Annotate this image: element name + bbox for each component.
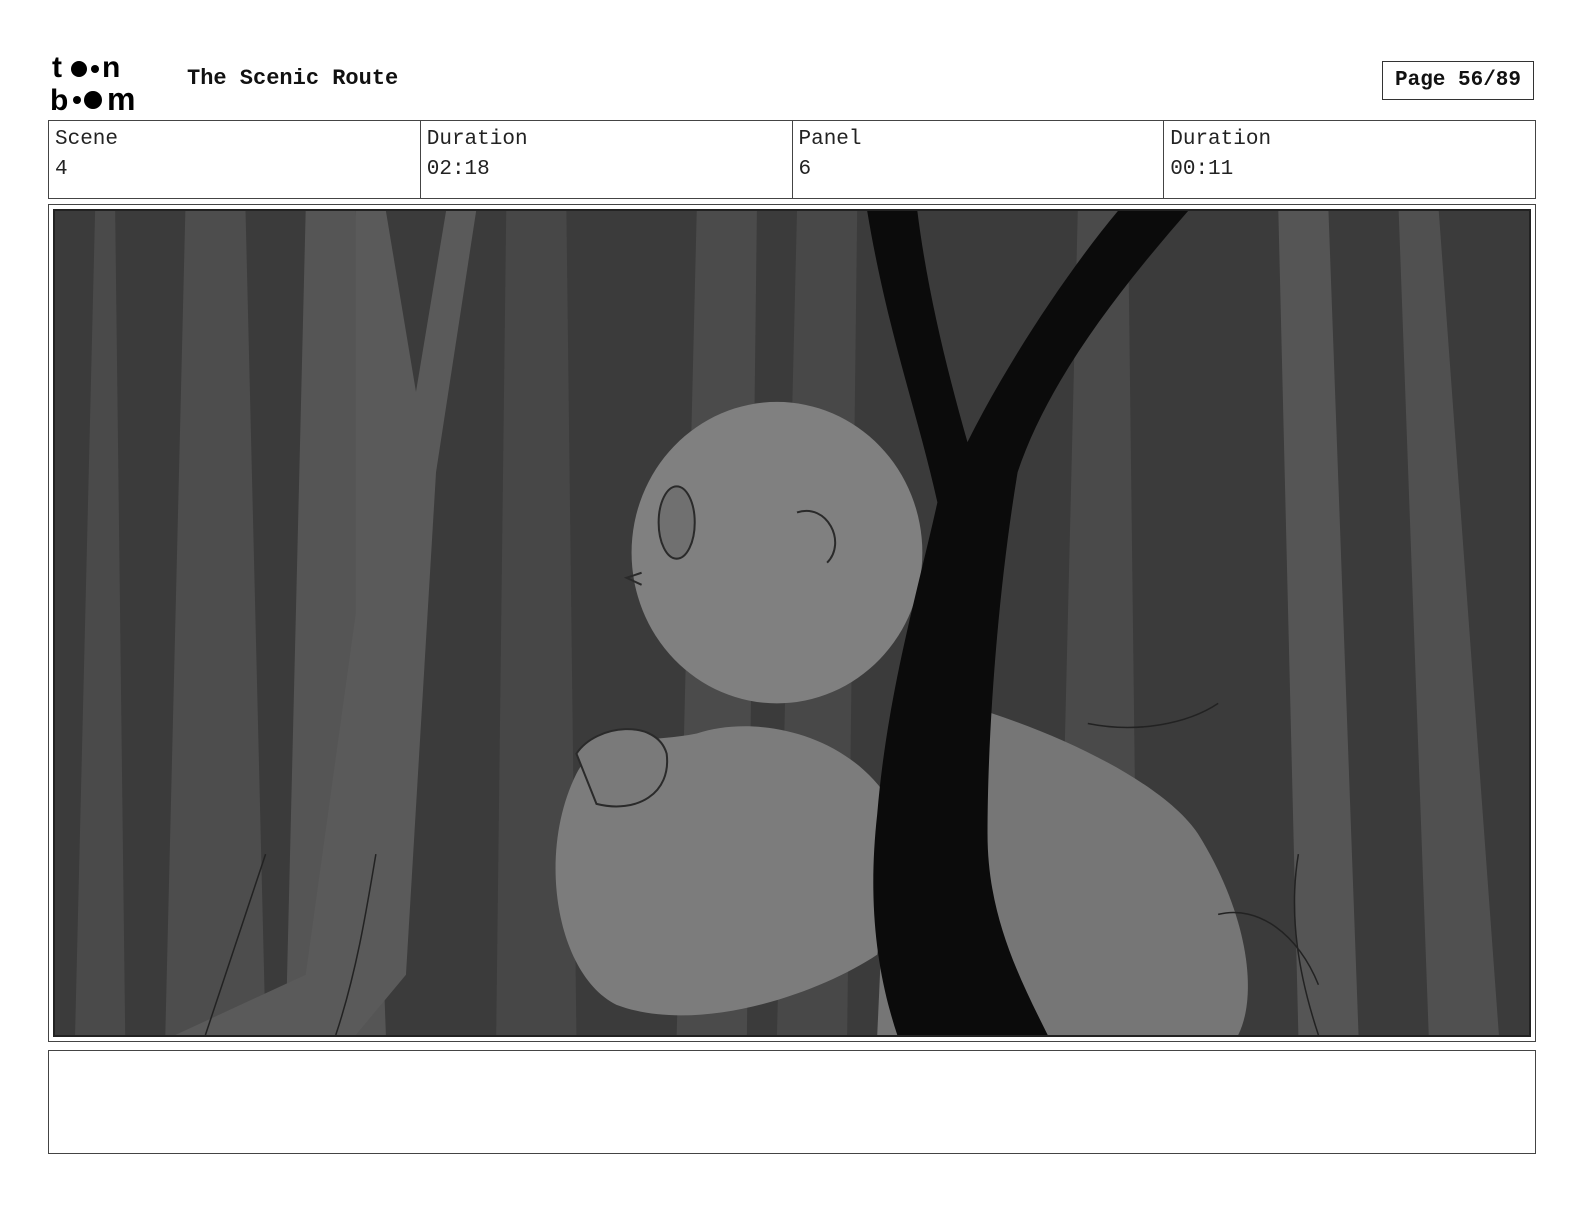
panel-cell: Panel 6	[793, 121, 1165, 198]
svg-text:b: b	[50, 84, 68, 114]
scene-duration-cell: Duration 02:18	[421, 121, 793, 198]
svg-text:m: m	[107, 81, 135, 114]
project-title: The Scenic Route	[187, 66, 399, 91]
svg-text:t: t	[52, 51, 62, 84]
toon-boom-logo: t n b m	[50, 51, 135, 114]
svg-text:n: n	[102, 51, 120, 84]
scene-duration-label: Duration	[426, 128, 528, 151]
panel-duration-value: 00:11	[1170, 158, 1234, 181]
panel-notes-box	[48, 1050, 1536, 1154]
panel-duration-label: Duration	[1170, 128, 1272, 151]
panel-value: 6	[798, 158, 812, 181]
scene-cell: Scene 4	[49, 121, 421, 198]
scene-value: 4	[55, 158, 68, 181]
scene-info-table: Scene 4 Duration 02:18 Panel 6 Duration …	[48, 120, 1536, 199]
panel-label: Panel	[798, 128, 862, 151]
scene-label: Scene	[55, 128, 119, 151]
panel-frame	[48, 204, 1536, 1042]
page-number: Page 56/89	[1382, 61, 1534, 100]
scene-duration-value: 02:18	[426, 158, 490, 181]
storyboard-panel-image	[53, 209, 1531, 1037]
panel-duration-cell: Duration 00:11	[1164, 121, 1535, 198]
